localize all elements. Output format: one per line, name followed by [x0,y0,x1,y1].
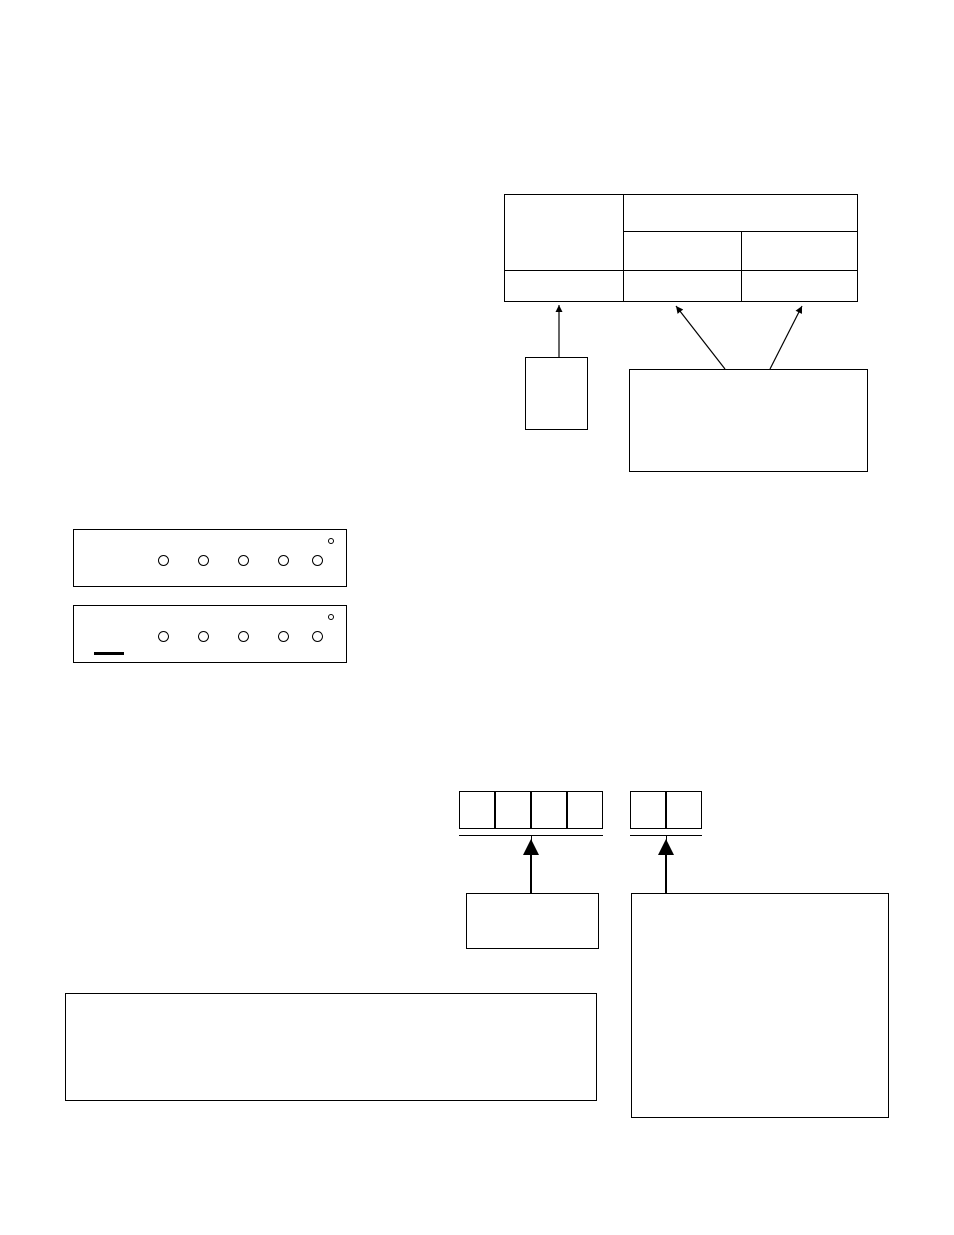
bottom-wide-box [65,993,597,1101]
